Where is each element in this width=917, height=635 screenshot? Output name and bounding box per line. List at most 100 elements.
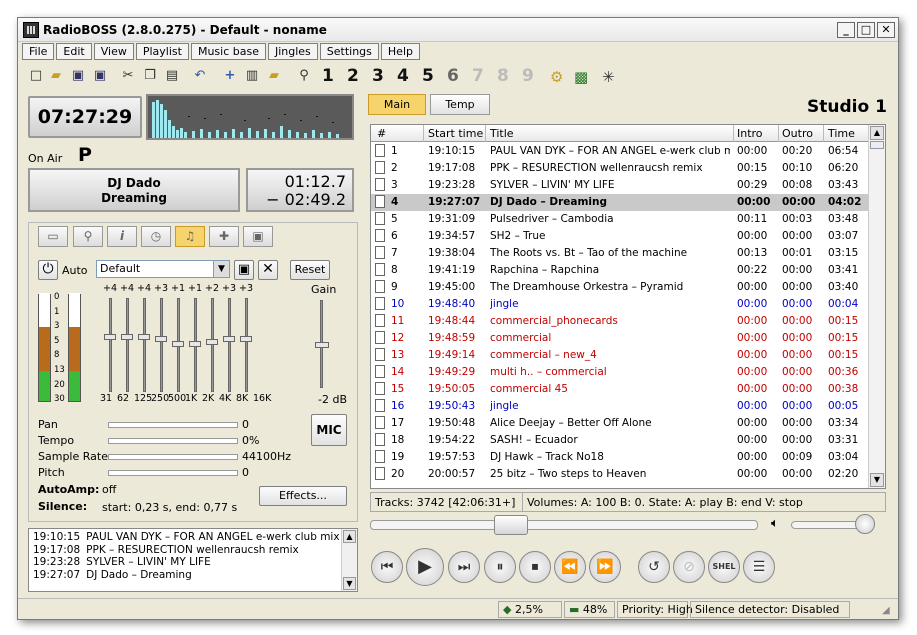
paste-icon[interactable]: ▤ — [164, 68, 180, 84]
table-row[interactable]: 7 19:38:04 The Roots vs. Bt – Tao of the m… — [371, 245, 869, 262]
scroll-up-icon[interactable]: ▲ — [343, 530, 356, 543]
eq-band-track[interactable] — [245, 298, 248, 392]
col-intro[interactable]: Intro — [737, 127, 763, 140]
table-row[interactable]: 11 19:48:44 commercial_phonecards 00:00 00:0… — [371, 313, 869, 330]
eq-band-knob[interactable] — [138, 334, 150, 341]
open-icon[interactable]: ▰ — [48, 68, 64, 84]
tab-main[interactable]: Main — [368, 94, 426, 115]
table-row[interactable]: 3 19:23:28 SYLVER – LIVIN' MY LIFE 00:29 00:… — [371, 177, 869, 194]
menu-edit[interactable]: Edit — [56, 43, 92, 60]
tab-temp[interactable]: Temp — [430, 94, 490, 115]
eq-band-track[interactable] — [211, 298, 214, 392]
table-row[interactable]: 5 19:31:09 Pulsedriver – Cambodia 00:11 00:0… — [371, 211, 869, 228]
eq-band-track[interactable] — [143, 298, 146, 392]
playlist-scrollbar[interactable]: ▲ ▼ — [868, 125, 885, 488]
menu-view[interactable]: View — [93, 43, 134, 60]
pan-slider[interactable] — [108, 422, 238, 428]
mic-button[interactable]: MIC — [311, 414, 347, 446]
eq-band-knob[interactable] — [189, 340, 201, 347]
effects-button[interactable]: Effects... — [259, 486, 347, 506]
next-icon[interactable]: ⏭ — [448, 551, 480, 583]
eq-band-track[interactable] — [109, 298, 112, 392]
table-row[interactable]: 9 19:45:00 The Dreamhouse Orkestra – Pyram… — [371, 279, 869, 296]
minimize-button[interactable]: _ — [837, 22, 855, 38]
schedule-shel-icon[interactable]: SHEL — [708, 551, 740, 583]
settings-gear-icon[interactable]: ⚙ — [550, 68, 563, 86]
table-row[interactable]: 15 19:50:05 commercial 45 00:00 00:00 00:38 — [371, 381, 869, 398]
rewind-icon[interactable]: ⏪ — [554, 551, 586, 583]
player-3-button[interactable]: 3 — [372, 66, 384, 86]
player-9-button[interactable]: 9 — [522, 66, 534, 86]
menu-file[interactable]: File — [22, 43, 55, 60]
history-item[interactable]: 19:17:08 PPK – RESURECTION wellenraucsh r… — [33, 544, 353, 557]
add-icon[interactable]: + — [222, 68, 238, 84]
eq-band-knob[interactable] — [240, 336, 252, 343]
col-outro[interactable]: Outro — [782, 127, 813, 140]
table-row[interactable]: 1 19:10:15 PAUL VAN DYK – FOR AN ANGEL e-w… — [371, 143, 869, 160]
menu-settings[interactable]: Settings — [319, 43, 379, 60]
tab-search-icon[interactable]: ⚲ — [73, 226, 103, 247]
player-5-button[interactable]: 5 — [422, 66, 434, 86]
eq-band-track[interactable] — [126, 298, 129, 392]
add-folder-icon[interactable]: ▰ — [266, 68, 282, 84]
col-title[interactable]: Title — [490, 127, 514, 140]
play-icon[interactable]: ▶ — [406, 548, 444, 586]
player-4-button[interactable]: 4 — [397, 66, 409, 86]
maximize-button[interactable]: □ — [857, 22, 875, 38]
eq-band-knob[interactable] — [104, 334, 116, 341]
player-8-button[interactable]: 8 — [497, 66, 509, 86]
player-1-button[interactable]: 1 — [322, 66, 334, 86]
playlist-icon[interactable]: ☰ — [743, 551, 775, 583]
fast-forward-icon[interactable]: ⏩ — [589, 551, 621, 583]
add-list-icon[interactable]: ▥ — [244, 68, 260, 84]
scroll-down-icon[interactable]: ▼ — [343, 577, 356, 590]
gain-slider-knob[interactable] — [315, 342, 329, 348]
col-time[interactable]: Time — [828, 127, 855, 140]
table-row[interactable]: 17 19:50:48 Alice Deejay – Better Off Alon… — [371, 415, 869, 432]
menu-help[interactable]: Help — [380, 43, 420, 60]
eq-band-knob[interactable] — [223, 336, 235, 343]
menu-playlist[interactable]: Playlist — [135, 43, 189, 60]
table-row[interactable]: 12 19:48:59 commercial 00:00 00:00 00:15 — [371, 330, 869, 347]
eq-band-track[interactable] — [160, 298, 163, 392]
copy-icon[interactable]: ❐ — [142, 68, 158, 84]
history-item[interactable]: 19:23:28 SYLVER – LIVIN' MY LIFE — [33, 556, 353, 569]
table-row[interactable]: 2 19:17:08 PPK – RESURECTION wellenraucsh … — [371, 160, 869, 177]
tab-info-icon[interactable]: i — [107, 226, 137, 247]
table-row[interactable]: 13 19:49:14 commercial – new_4 00:00 00:00 00… — [371, 347, 869, 364]
position-slider[interactable] — [370, 520, 758, 530]
reset-button[interactable]: Reset — [290, 260, 330, 280]
sparkle-icon[interactable]: ✳ — [602, 68, 615, 86]
history-item[interactable]: 19:10:15 PAUL VAN DYK – FOR AN ANGEL e-we… — [33, 531, 353, 544]
eq-band-track[interactable] — [228, 298, 231, 392]
table-row[interactable]: 8 19:41:19 Rapchina – Rapchina 00:22 00:00 03… — [371, 262, 869, 279]
previous-icon[interactable]: ⏮ — [371, 551, 403, 583]
table-row[interactable]: 10 19:48:40 jingle 00:00 00:00 00:04 — [371, 296, 869, 313]
scroll-down-icon[interactable]: ▼ — [870, 473, 884, 487]
close-button[interactable]: ✕ — [877, 22, 895, 38]
search-icon[interactable]: ⚲ — [296, 68, 312, 84]
pause-icon[interactable]: ⏸ — [484, 551, 516, 583]
eq-band-knob[interactable] — [172, 340, 184, 347]
save-as-icon[interactable]: ▣ — [92, 68, 108, 84]
table-row[interactable]: 18 19:54:22 SASH! – Ecuador 00:00 00:00 03:31 — [371, 432, 869, 449]
save-preset-icon[interactable]: ▣ — [234, 260, 254, 280]
cut-icon[interactable]: ✂ — [120, 68, 136, 84]
player-7-button[interactable]: 7 — [472, 66, 484, 86]
repeat-icon[interactable]: ↺ — [638, 551, 670, 583]
table-row[interactable]: 19 19:57:53 DJ Hawk – Track No18 00:00 00:09… — [371, 449, 869, 466]
tab-window-icon[interactable]: ▣ — [243, 226, 273, 247]
delete-preset-icon[interactable]: ✕ — [258, 260, 278, 280]
volume-knob[interactable] — [855, 514, 875, 534]
table-row[interactable]: 20 20:00:57 25 bitz – Two steps to Heaven 0… — [371, 466, 869, 483]
scroll-up-icon[interactable]: ▲ — [870, 126, 884, 140]
table-row[interactable]: 14 19:49:29 multi h.. – commercial 00:00 00:… — [371, 364, 869, 381]
tempo-slider[interactable] — [108, 438, 238, 444]
tab-music-note-icon[interactable]: ♫ — [175, 226, 205, 247]
tab-puzzle-icon[interactable]: ✚ — [209, 226, 239, 247]
scroll-thumb[interactable] — [870, 141, 884, 149]
save-icon[interactable]: ▣ — [70, 68, 86, 84]
pitch-slider[interactable] — [108, 470, 238, 476]
power-icon[interactable]: ⏻ — [38, 260, 58, 280]
disabled-icon[interactable]: ⊘ — [673, 551, 705, 583]
